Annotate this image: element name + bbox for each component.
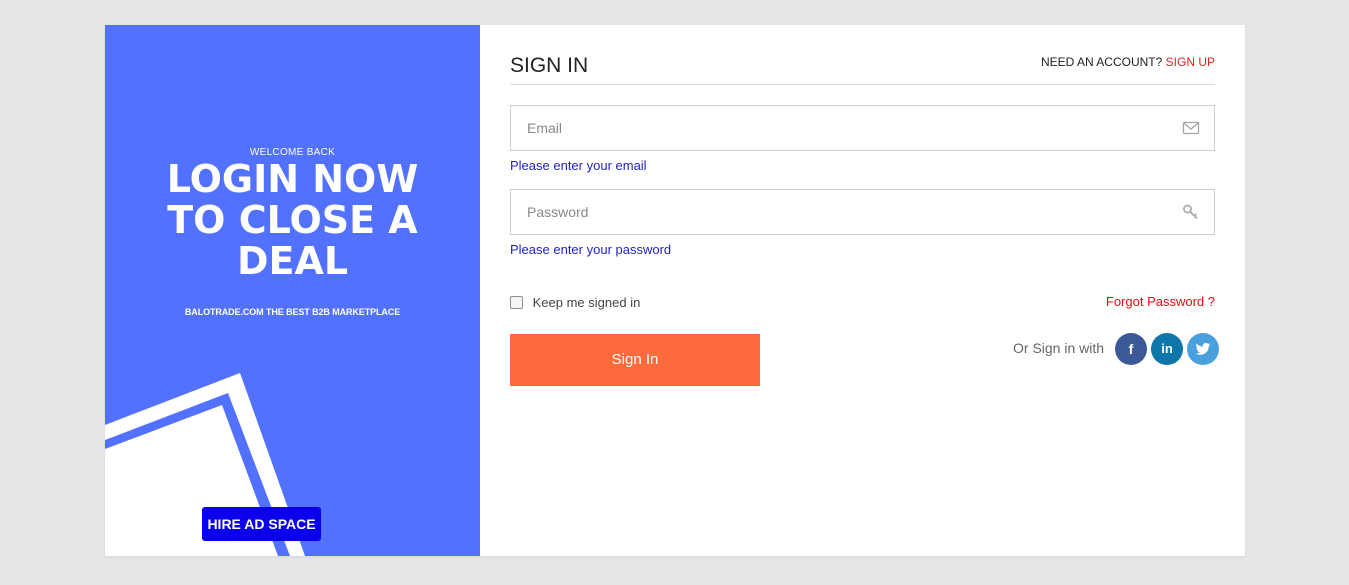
email-field[interactable]: [510, 105, 1215, 151]
login-card: WELCOME BACK LOGIN NOW TO CLOSE A DEAL B…: [105, 25, 1245, 556]
forgot-password-link[interactable]: Forgot Password ?: [1106, 294, 1215, 309]
twitter-icon: [1195, 342, 1211, 355]
account-prompt: NEED AN ACCOUNT? SIGN UP: [1041, 55, 1215, 69]
keep-signed-in-checkbox[interactable]: [510, 296, 523, 309]
keep-signed-in[interactable]: Keep me signed in: [510, 295, 640, 310]
email-input[interactable]: [527, 106, 1167, 150]
facebook-button[interactable]: f: [1115, 333, 1147, 365]
social-sign-in-label: Or Sign in with: [1013, 340, 1105, 356]
sign-up-link[interactable]: SIGN UP: [1166, 55, 1215, 69]
headline-line: TO CLOSE A: [167, 198, 418, 242]
sign-in-form: SIGN IN NEED AN ACCOUNT? SIGN UP Please …: [510, 25, 1219, 556]
password-input[interactable]: [527, 190, 1167, 234]
promo-panel: WELCOME BACK LOGIN NOW TO CLOSE A DEAL B…: [105, 25, 480, 556]
headline-line: LOGIN NOW: [166, 157, 419, 201]
promo-headline: LOGIN NOW TO CLOSE A DEAL: [145, 159, 440, 282]
envelope-icon: [1182, 121, 1200, 135]
account-prompt-text: NEED AN ACCOUNT?: [1040, 55, 1163, 69]
twitter-button[interactable]: [1187, 333, 1219, 365]
email-hint: Please enter your email: [510, 158, 647, 173]
password-field[interactable]: [510, 189, 1215, 235]
password-hint: Please enter your password: [510, 242, 672, 257]
keep-signed-in-label: Keep me signed in: [532, 295, 641, 310]
decorative-frame: [105, 373, 305, 556]
hire-ad-space-button[interactable]: HIRE AD SPACE: [202, 507, 321, 541]
linkedin-button[interactable]: in: [1151, 333, 1183, 365]
key-icon: [1183, 204, 1198, 220]
page-title: SIGN IN: [510, 54, 589, 77]
facebook-icon: f: [1128, 341, 1134, 357]
headline-line: DEAL: [236, 239, 349, 283]
title-divider: [510, 84, 1215, 85]
promo-tagline: BALOTRADE.COM THE BEST B2B MARKETPLACE: [184, 307, 401, 317]
linkedin-icon: in: [1161, 341, 1173, 356]
sign-in-button[interactable]: Sign In: [510, 334, 760, 386]
